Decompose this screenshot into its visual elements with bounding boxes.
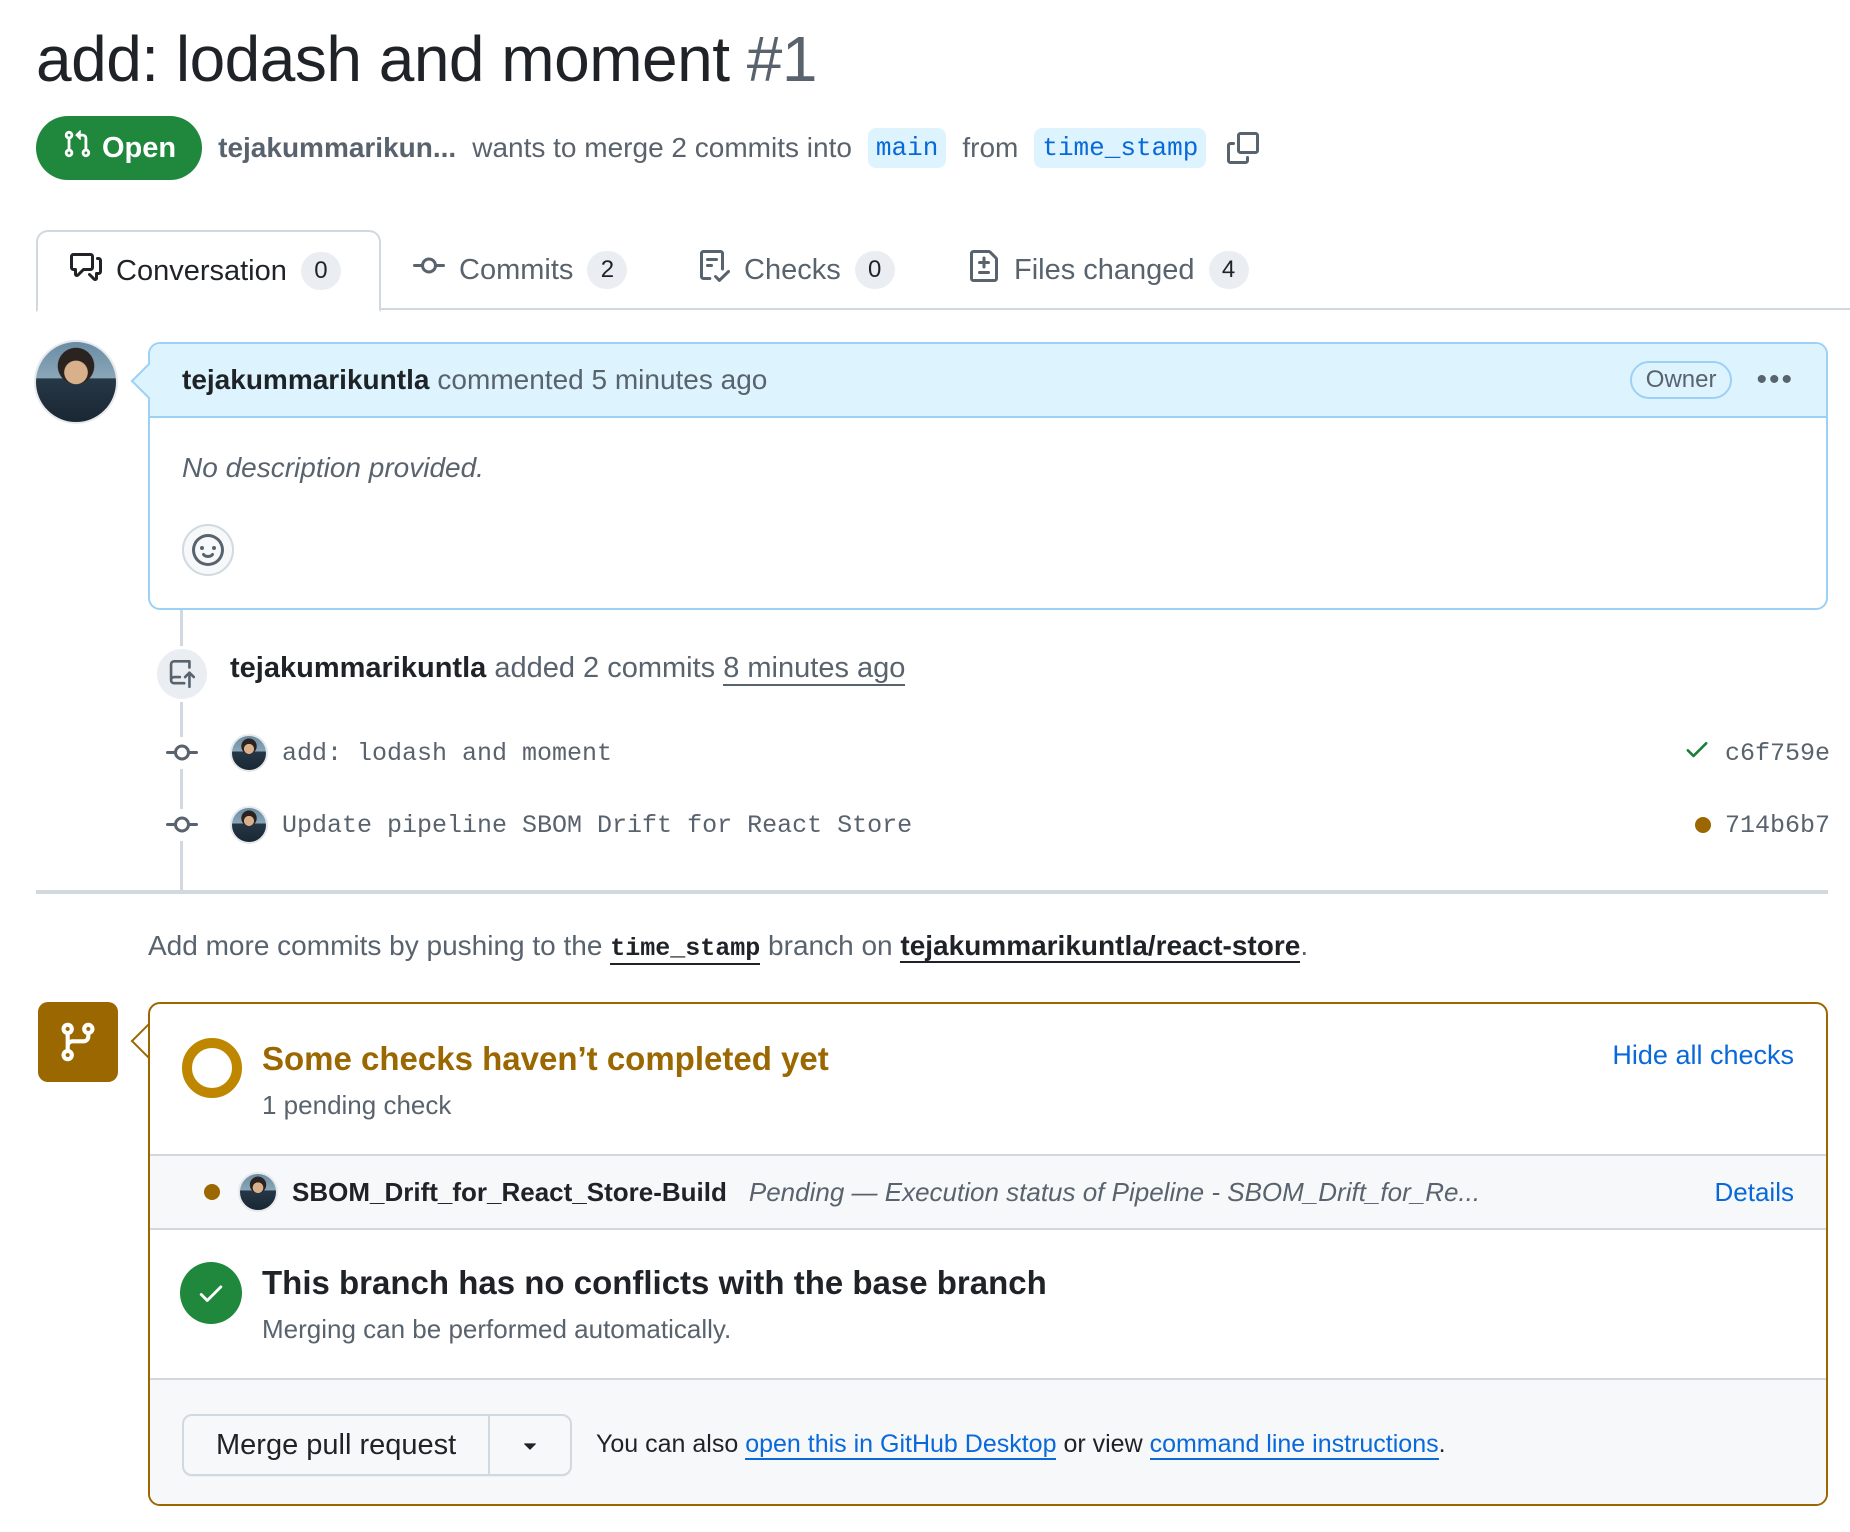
tab-checks[interactable]: Checks 0 <box>666 230 927 310</box>
event-time-link[interactable]: 8 minutes ago <box>723 652 906 686</box>
also-suffix: . <box>1438 1430 1446 1458</box>
base-branch[interactable]: main <box>867 128 947 168</box>
commit-row: Update pipeline SBOM Drift for React Sto… <box>160 801 1830 849</box>
check-name: SBOM_Drift_for_React_Store-Build <box>292 1176 727 1207</box>
commit-sha-link[interactable]: c6f759e <box>1725 739 1830 768</box>
tab-counter: 0 <box>854 251 895 289</box>
pr-description-comment: tejakummarikuntla commented 5 minutes ag… <box>130 342 1828 610</box>
copy-icon[interactable] <box>1226 131 1260 165</box>
hint-prefix: Add more commits by pushing to the <box>148 930 603 961</box>
git-commit-icon <box>160 809 204 841</box>
pr-tabs: Conversation 0 Commits 2 Checks 0 Files … <box>36 230 1850 312</box>
tab-label: Files changed <box>1014 253 1195 286</box>
comment-action: commented 5 minutes ago <box>437 364 768 395</box>
commits-event: tejakummarikuntla added 2 commits 8 minu… <box>230 652 906 686</box>
from-text: from <box>962 132 1019 163</box>
merge-box: Some checks haven’t completed yet 1 pend… <box>148 1002 1828 1506</box>
push-hint: Add more commits by pushing to the time_… <box>148 930 1309 965</box>
merge-alternatives: You can also open this in GitHub Desktop… <box>596 1430 1446 1460</box>
git-commit-icon <box>160 737 204 769</box>
check-description: Pending — Execution status of Pipeline -… <box>748 1176 1481 1207</box>
also-middle: or view <box>1063 1430 1143 1458</box>
pr-status-row: Open tejakummarikun... wants to merge 2 … <box>36 116 1260 180</box>
hint-middle: branch on <box>768 930 893 961</box>
tab-counter: 0 <box>300 252 341 290</box>
checks-summary: Some checks haven’t completed yet 1 pend… <box>150 1004 1826 1154</box>
conflicts-status: This branch has no conflicts with the ba… <box>150 1230 1826 1380</box>
checks-title: Some checks haven’t completed yet <box>262 1040 829 1077</box>
commit-message-link[interactable]: add: lodash and moment <box>282 739 612 768</box>
tab-label: Conversation <box>116 254 287 287</box>
page-title: add: lodash and moment #1 <box>36 22 817 96</box>
file-diff-icon <box>968 250 1000 290</box>
tab-counter: 2 <box>587 251 628 289</box>
merge-text: wants to merge 2 commits into <box>472 132 852 163</box>
comment-author[interactable]: tejakummarikuntla <box>182 364 429 396</box>
pending-dot-icon[interactable] <box>1694 817 1711 833</box>
hide-all-checks-link[interactable]: Hide all checks <box>1612 1040 1794 1071</box>
pending-dot-icon <box>204 1184 220 1200</box>
conflicts-subtitle: Merging can be performed automatically. <box>262 1314 732 1344</box>
event-author[interactable]: tejakummarikuntla <box>230 652 486 684</box>
conflicts-title: This branch has no conflicts with the ba… <box>262 1264 1047 1301</box>
avatar[interactable] <box>34 340 118 424</box>
git-pull-request-icon <box>62 129 92 167</box>
merge-button-group: Merge pull request <box>182 1414 573 1476</box>
comment-header: tejakummarikuntla commented 5 minutes ag… <box>150 344 1826 418</box>
checklist-icon <box>698 250 731 290</box>
state-label: Open <box>102 131 177 164</box>
github-desktop-link[interactable]: open this in GitHub Desktop <box>745 1430 1057 1460</box>
avatar[interactable] <box>230 806 268 844</box>
owner-badge: Owner <box>1629 361 1733 399</box>
command-line-link[interactable]: command line instructions <box>1149 1430 1439 1460</box>
event-action: added 2 commits <box>494 652 716 684</box>
comment-discussion-icon <box>70 251 102 291</box>
avatar <box>238 1172 278 1212</box>
state-badge: Open <box>36 116 203 180</box>
tab-counter: 4 <box>1208 251 1249 289</box>
tab-conversation[interactable]: Conversation 0 <box>36 230 381 312</box>
hint-branch-link[interactable]: time_stamp <box>610 934 761 965</box>
commit-message-link[interactable]: Update pipeline SBOM Drift for React Sto… <box>282 811 912 840</box>
smiley-icon[interactable] <box>182 524 234 576</box>
pr-title: add: lodash and moment <box>36 23 730 95</box>
check-circle-icon <box>180 1262 242 1324</box>
tab-commits[interactable]: Commits 2 <box>381 230 659 310</box>
commit-row: add: lodash and moment c6f759e <box>160 729 1830 777</box>
kebab-horizontal-icon[interactable]: ••• <box>1756 363 1794 397</box>
commit-sha-link[interactable]: 714b6b7 <box>1725 811 1830 840</box>
pr-author-link[interactable]: tejakummarikun... <box>218 132 456 164</box>
tab-label: Commits <box>459 253 574 286</box>
checks-subtitle: 1 pending check <box>262 1090 452 1120</box>
hint-suffix: . <box>1300 930 1309 961</box>
git-merge-icon <box>38 1002 118 1082</box>
tab-label: Checks <box>744 253 841 286</box>
avatar[interactable] <box>230 734 268 772</box>
triangle-down-icon[interactable] <box>490 1416 570 1474</box>
pending-ring-icon <box>182 1038 242 1098</box>
comment-body: No description provided. <box>182 452 484 483</box>
check-icon[interactable] <box>1683 735 1711 771</box>
merge-pull-request-button[interactable]: Merge pull request <box>184 1416 491 1474</box>
tab-files-changed[interactable]: Files changed 4 <box>936 230 1281 310</box>
pr-number: #1 <box>746 23 818 95</box>
head-branch[interactable]: time_stamp <box>1034 128 1207 168</box>
check-details-link[interactable]: Details <box>1715 1177 1794 1208</box>
hint-repo-link[interactable]: tejakummarikuntla/react-store <box>900 930 1301 963</box>
repo-push-icon <box>154 646 210 702</box>
merge-actions: Merge pull request You can also open thi… <box>150 1380 1826 1504</box>
git-commit-icon <box>413 250 445 290</box>
timeline-divider <box>36 890 1828 894</box>
also-prefix: You can also <box>596 1430 739 1458</box>
check-row: SBOM_Drift_for_React_Store-Build Pending… <box>150 1154 1826 1230</box>
